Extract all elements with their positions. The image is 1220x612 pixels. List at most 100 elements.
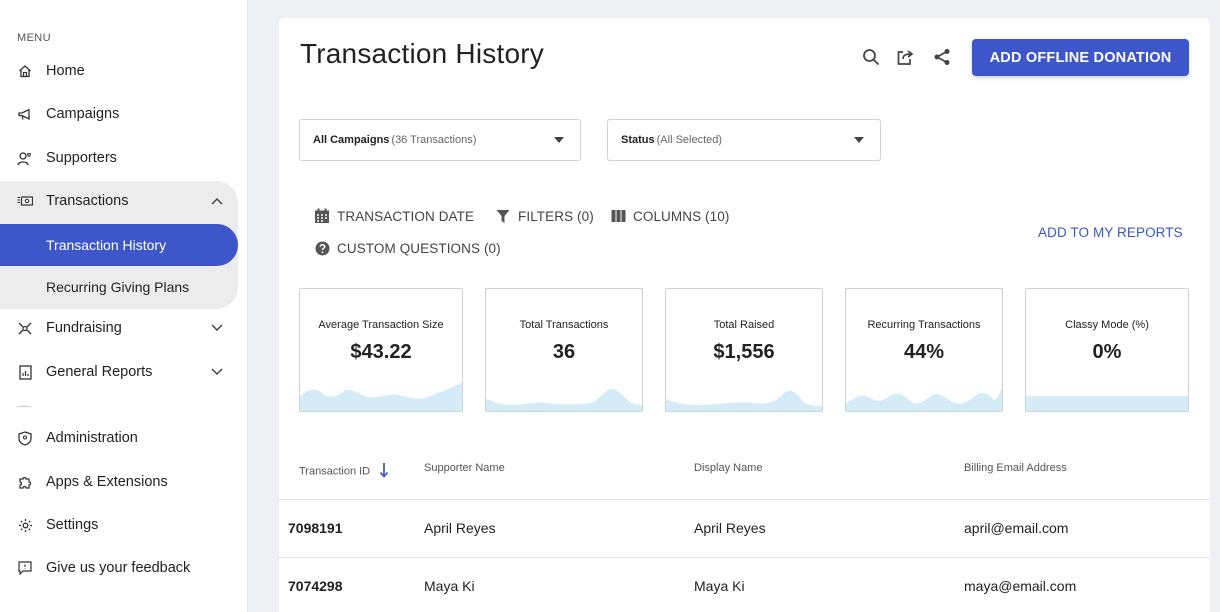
column-header-supporter-name[interactable]: Supporter Name [424, 462, 505, 474]
campaigns-select-label: All Campaigns [313, 134, 390, 146]
columns-label: COLUMNS (10) [633, 208, 730, 224]
columns-button[interactable]: COLUMNS (10) [610, 208, 729, 224]
transactions-icon [17, 193, 33, 209]
sidebar-item-feedback[interactable]: Give us your feedback [0, 548, 238, 588]
chevron-down-icon[interactable] [210, 365, 224, 379]
main-card: Transaction History ADD OFFLINE DONATION… [279, 18, 1210, 612]
sidebar-item-settings[interactable]: Settings [0, 505, 238, 545]
sidebar-item-label: Give us your feedback [46, 560, 191, 576]
stat-value: $43.22 [350, 341, 412, 363]
sidebar-item-label: Administration [46, 430, 138, 446]
home-icon [17, 63, 33, 79]
cell-transaction-id[interactable]: 7074298 [288, 578, 343, 594]
sparkline [846, 386, 1002, 411]
stat-value: 0% [1092, 341, 1122, 363]
puzzle-icon [17, 474, 33, 490]
sidebar-subitem-label: Transaction History [46, 237, 167, 253]
stat-value: 36 [552, 341, 576, 363]
chevron-down-icon[interactable] [210, 321, 224, 335]
stat-label: Classy Mode (%) [1065, 319, 1149, 331]
status-select[interactable]: Status (All Selected) [607, 119, 881, 161]
sidebar-subitem-label: Recurring Giving Plans [46, 279, 190, 295]
gear-icon [17, 517, 33, 533]
columns-icon [610, 208, 626, 224]
sidebar-subitem-transaction-history[interactable]: Transaction History [0, 224, 238, 266]
shield-icon [17, 430, 33, 446]
custom-questions-button[interactable]: CUSTOM QUESTIONS (0) [314, 240, 501, 256]
column-header-transaction-id[interactable]: Transaction ID [299, 462, 389, 481]
cell-billing-email: april@email.com [964, 520, 1069, 536]
filters-label: FILTERS (0) [518, 208, 594, 224]
report-icon [17, 364, 33, 380]
question-icon [314, 240, 330, 256]
stat-value: $1,556 [713, 341, 775, 363]
sidebar-item-home[interactable]: Home [0, 51, 238, 91]
status-select-detail: (All Selected) [656, 134, 723, 146]
caret-down-icon [854, 137, 864, 143]
sidebar-item-label: Transactions [46, 193, 129, 209]
sidebar-subitem-recurring-giving-plans[interactable]: Recurring Giving Plans [0, 266, 238, 308]
sparkline [300, 382, 462, 411]
sparkline [666, 390, 822, 411]
sidebar-item-fundraising[interactable]: Fundraising [0, 308, 238, 348]
sort-down-arrow-icon[interactable] [379, 462, 389, 481]
stat-card-total-raised: Total Raised $1,556 [665, 288, 823, 412]
campaigns-select[interactable]: All Campaigns (36 Transactions) [299, 119, 581, 161]
sidebar-divider [17, 406, 31, 407]
sidebar-item-transactions[interactable]: Transactions [0, 181, 238, 221]
sidebar-item-apps-extensions[interactable]: Apps & Extensions [0, 462, 238, 502]
stat-label: Average Transaction Size [318, 319, 444, 331]
sidebar-item-campaigns[interactable]: Campaigns [0, 94, 238, 134]
fundraising-icon [17, 320, 33, 336]
feedback-icon [17, 560, 33, 576]
column-header-display-name[interactable]: Display Name [694, 462, 762, 474]
stat-card-classy-mode: Classy Mode (%) 0% [1025, 288, 1189, 412]
cell-transaction-id[interactable]: 7098191 [288, 520, 343, 536]
share-icon[interactable] [932, 47, 952, 67]
stat-label: Total Raised [713, 319, 775, 331]
sidebar-item-label: Settings [46, 517, 99, 533]
column-header-label: Transaction ID [299, 465, 371, 478]
cell-supporter-name: Maya Ki [424, 578, 475, 594]
caret-down-icon [554, 137, 564, 143]
cell-supporter-name: April Reyes [424, 520, 496, 536]
stat-value: 44% [903, 341, 945, 363]
sparkline [486, 389, 642, 411]
chevron-up-icon[interactable] [210, 194, 224, 208]
sidebar-item-label: Supporters [46, 150, 117, 166]
supporters-icon [17, 150, 33, 166]
filter-icon [495, 208, 511, 224]
transaction-date-label: TRANSACTION DATE [337, 208, 475, 224]
add-offline-donation-button[interactable]: ADD OFFLINE DONATION [972, 39, 1189, 76]
menu-label: MENU [17, 32, 51, 44]
megaphone-icon [17, 106, 33, 122]
stat-card-recurring-transactions: Recurring Transactions 44% [845, 288, 1003, 412]
export-icon[interactable] [896, 47, 916, 67]
sidebar-item-label: Home [46, 63, 85, 79]
search-icon[interactable] [861, 47, 881, 67]
calendar-icon [314, 208, 330, 224]
sidebar-item-label: General Reports [46, 364, 153, 380]
custom-questions-label: CUSTOM QUESTIONS (0) [337, 240, 501, 256]
sidebar-item-supporters[interactable]: Supporters [0, 138, 238, 178]
cell-display-name: April Reyes [694, 520, 766, 536]
sidebar-item-administration[interactable]: Administration [0, 418, 238, 458]
column-header-billing-email[interactable]: Billing Email Address [964, 462, 1067, 474]
sidebar-item-label: Campaigns [46, 106, 120, 122]
stat-label: Recurring Transactions [867, 319, 981, 331]
filters-button[interactable]: FILTERS (0) [495, 208, 594, 224]
transaction-date-button[interactable]: TRANSACTION DATE [314, 208, 474, 224]
sidebar: MENU Home Campaigns Supporters Transacti… [0, 0, 248, 612]
stat-label: Total Transactions [519, 319, 609, 331]
stat-card-total-transactions: Total Transactions 36 [485, 288, 643, 412]
page-title: Transaction History [300, 38, 544, 69]
add-to-my-reports-link[interactable]: ADD TO MY REPORTS [1038, 225, 1183, 240]
table-row[interactable]: 7074298 Maya Ki Maya Ki maya@email.com [279, 557, 1210, 612]
status-select-label: Status [621, 134, 655, 146]
stat-card-average-transaction-size: Average Transaction Size $43.22 [299, 288, 463, 412]
campaigns-select-detail: (36 Transactions) [391, 134, 477, 146]
sidebar-item-general-reports[interactable]: General Reports [0, 352, 238, 392]
sidebar-item-label: Apps & Extensions [46, 474, 168, 490]
sparkline [1026, 396, 1188, 411]
table-row[interactable]: 7098191 April Reyes April Reyes april@em… [279, 499, 1210, 557]
